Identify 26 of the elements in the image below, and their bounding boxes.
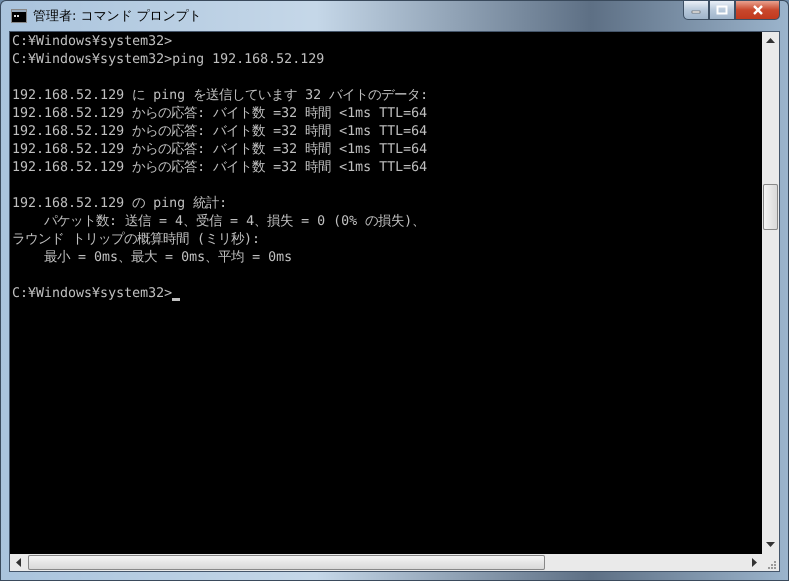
close-button[interactable] <box>735 0 780 20</box>
scroll-down-icon[interactable] <box>766 542 775 548</box>
scroll-thumb[interactable] <box>763 184 778 230</box>
vertical-scrollbar[interactable] <box>762 32 779 554</box>
console-line: 192.168.52.129 の ping 統計: <box>12 195 228 213</box>
resize-grip-icon[interactable] <box>766 559 776 569</box>
console-line: 最小 = 0ms、最大 = 0ms、平均 = 0ms <box>43 249 292 267</box>
scroll-right-icon[interactable] <box>752 558 758 567</box>
console-line: C:¥Windows¥system32>ping 192.168.52.129 <box>12 51 324 69</box>
console-line: 192.168.52.129 からの応答: バイト数 =32 時間 <1ms TTL=64 <box>12 123 428 141</box>
console-line: パケット数: 送信 = 4、受信 = 4、損失 = 0 (0% の損失)、 <box>43 213 426 231</box>
scroll-thumb[interactable] <box>28 555 545 570</box>
console-line: ラウンド トリップの概算時間 (ミリ秒): <box>12 231 260 249</box>
console-icon <box>11 9 27 23</box>
console-line: 192.168.52.129 からの応答: バイト数 =32 時間 <1ms TTL=64 <box>12 141 428 159</box>
minimize-button[interactable] <box>683 0 709 20</box>
close-icon[interactable] <box>752 5 764 15</box>
console-line: 192.168.52.129 からの応答: バイト数 =32 時間 <1ms TTL=64 <box>12 159 428 177</box>
console-line: C:¥Windows¥system32> <box>12 285 172 303</box>
console-line: C:¥Windows¥system32> <box>12 33 172 51</box>
maximize-button[interactable] <box>709 0 735 20</box>
window-title: 管理者: コマンド プロンプト <box>33 8 202 25</box>
console-line: 192.168.52.129 に ping を送信しています 32 バイトのデータ: <box>12 87 428 105</box>
scroll-up-icon[interactable] <box>766 38 775 44</box>
console-line: 192.168.52.129 からの応答: バイト数 =32 時間 <1ms TTL=64 <box>12 105 428 123</box>
scroll-left-icon[interactable] <box>16 558 22 567</box>
